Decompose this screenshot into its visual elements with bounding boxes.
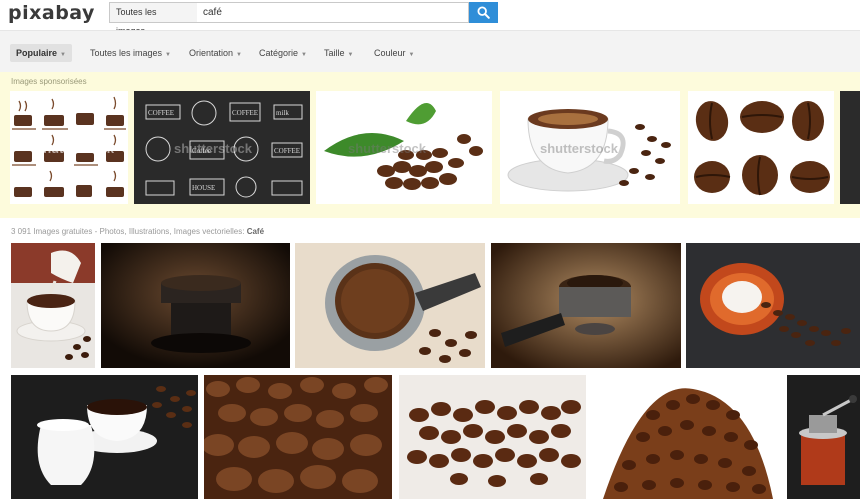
sponsored-image-cup-icons[interactable]: shutterstock <box>10 91 128 204</box>
results-query: Café <box>246 227 265 236</box>
search-icon <box>477 6 490 19</box>
pixabay-logo[interactable]: pixabay <box>8 2 95 24</box>
filter-category-label: Catégorie <box>259 48 299 58</box>
sponsored-image-beans-leaves[interactable]: shutterstock <box>316 91 492 204</box>
filter-color[interactable]: Couleur ▼ <box>374 44 414 62</box>
chevron-down-icon: ▼ <box>347 52 354 58</box>
result-image-beans-pile-white[interactable] <box>399 375 586 499</box>
sponsored-image-partial[interactable] <box>840 91 860 204</box>
sponsored-images-section: Images sponsorisées shutterstock COFFEE … <box>0 72 860 218</box>
result-image-orange-cup-spill[interactable] <box>686 243 860 368</box>
watermark: shutterstock <box>540 141 619 156</box>
svg-text:milk: milk <box>276 109 289 117</box>
search-input[interactable] <box>197 2 469 23</box>
sponsored-image-large-beans[interactable]: shutterstock <box>688 91 834 204</box>
chevron-down-icon: ▼ <box>60 52 66 58</box>
sponsored-label: Images sponsorisées <box>11 77 87 86</box>
watermark: shutterstock <box>348 141 427 156</box>
watermark: shutterstock <box>174 141 253 156</box>
filter-size[interactable]: Taille ▼ <box>324 44 353 62</box>
search-scope-dropdown[interactable]: Toutes les images▼ <box>109 2 198 36</box>
watermark: shutterstock <box>716 141 795 156</box>
filter-size-label: Taille <box>324 48 345 58</box>
results-count-text: 3 091 Images gratuites - Photos, Illustr… <box>11 227 245 236</box>
result-image-beans-heap[interactable] <box>593 375 780 499</box>
result-image-cup-milk-jug[interactable] <box>11 375 198 499</box>
result-image-grinder-dark[interactable] <box>101 243 290 368</box>
sponsored-image-coffee-labels[interactable]: COFFEE COFFEE milk Coffee COFFEE HOUSE shutt… <box>134 91 310 204</box>
chevron-down-icon: ▼ <box>236 52 242 58</box>
result-image-beans-closeup[interactable] <box>204 375 392 499</box>
filter-all-images-label: Toutes les images <box>90 48 163 58</box>
filter-orientation[interactable]: Orientation ▼ <box>189 44 242 62</box>
chevron-down-icon: ▼ <box>408 52 415 58</box>
filter-bar: Populaire ▼ Toutes les images ▼ Orientatio… <box>0 30 860 72</box>
search-button[interactable] <box>469 2 498 23</box>
filter-color-label: Couleur <box>374 48 406 58</box>
chevron-down-icon: ▼ <box>165 52 171 58</box>
result-image-pouring-milk[interactable] <box>11 243 95 368</box>
svg-text:HOUSE: HOUSE <box>192 184 215 192</box>
top-header: pixabay Toutes les images▼ <box>0 0 860 36</box>
result-image-manual-grinder[interactable] <box>787 375 860 499</box>
filter-popular[interactable]: Populaire ▼ <box>10 44 72 62</box>
result-image-portafilter-grounds[interactable] <box>295 243 485 368</box>
filter-popular-label: Populaire <box>16 48 58 58</box>
watermark: shutterstock <box>36 141 115 156</box>
results-count: 3 091 Images gratuites - Photos, Illustr… <box>11 227 264 236</box>
filter-category[interactable]: Catégorie ▼ <box>259 44 307 62</box>
filter-all-images[interactable]: Toutes les images ▼ <box>90 44 171 62</box>
svg-text:COFFEE: COFFEE <box>232 109 258 117</box>
chevron-down-icon: ▼ <box>301 52 307 58</box>
filter-orientation-label: Orientation <box>189 48 234 58</box>
result-image-portafilter-wood[interactable] <box>491 243 681 368</box>
svg-text:COFFEE: COFFEE <box>274 147 300 155</box>
svg-text:COFFEE: COFFEE <box>148 109 174 117</box>
sponsored-image-coffee-cup[interactable]: shutterstock <box>500 91 680 204</box>
